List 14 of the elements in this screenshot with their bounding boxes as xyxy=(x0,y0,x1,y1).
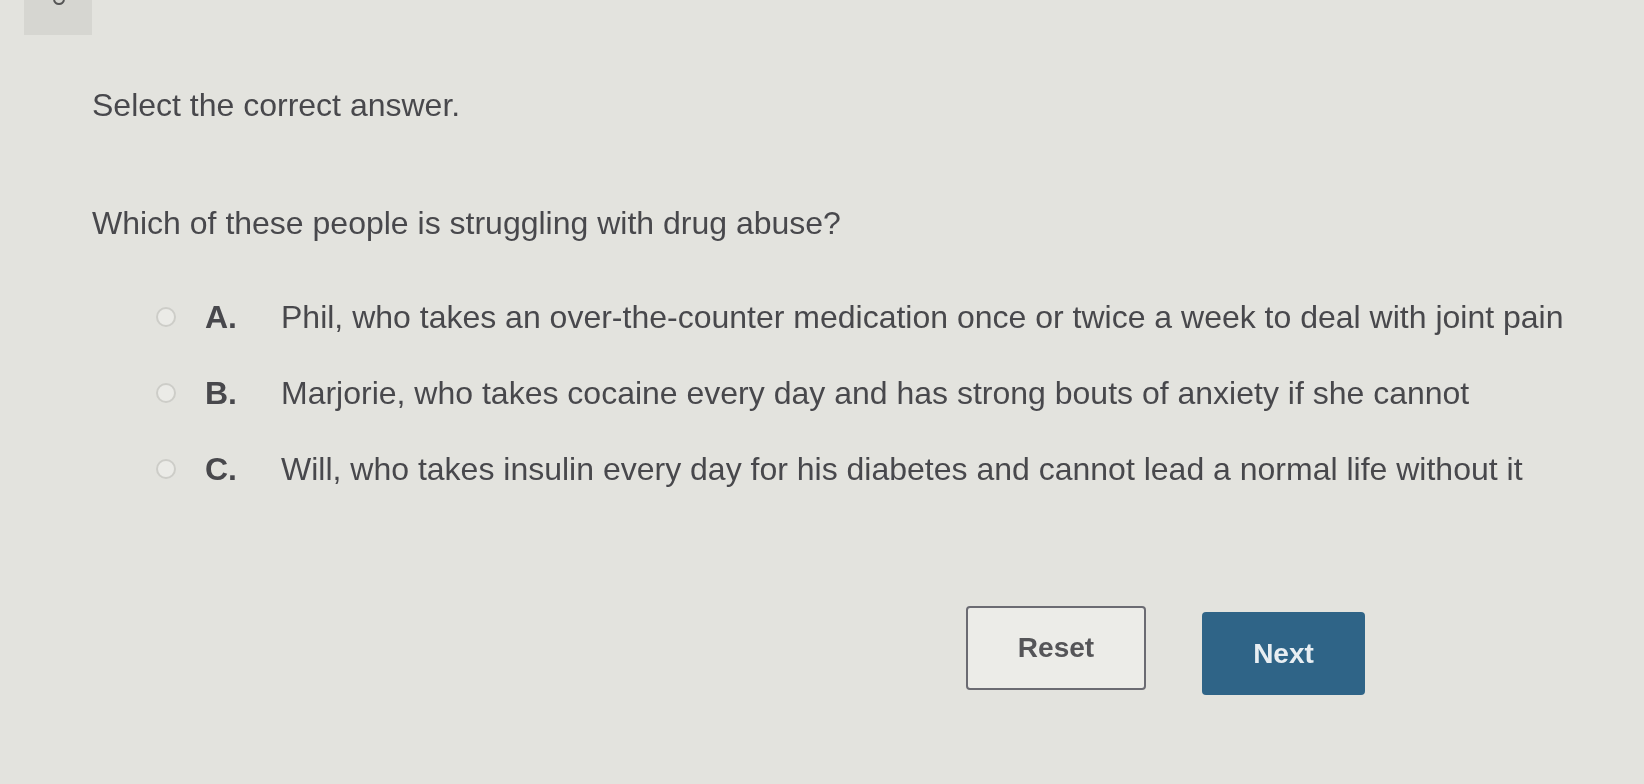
hook-icon xyxy=(24,0,92,35)
option-letter: C. xyxy=(205,450,238,489)
question-text: Which of these people is struggling with drug abuse? xyxy=(92,204,841,242)
option-text[interactable]: Marjorie, who takes cocaine every day and has strong bouts of anxiety if she cannot xyxy=(281,369,1470,417)
reset-button[interactable]: Reset xyxy=(966,606,1146,690)
radio-button[interactable] xyxy=(156,383,176,403)
instruction-text: Select the correct answer. xyxy=(92,86,461,124)
next-button[interactable]: Next xyxy=(1202,612,1365,695)
option-letter: B. xyxy=(205,374,238,413)
radio-button[interactable] xyxy=(156,459,176,479)
radio-button[interactable] xyxy=(156,307,176,327)
option-text[interactable]: Phil, who takes an over-the-counter medication once or twice a week to deal with joint pain xyxy=(281,293,1564,341)
option-letter: A. xyxy=(205,298,238,337)
option-text[interactable]: Will, who takes insulin every day for his diabetes and cannot lead a normal life without it xyxy=(281,445,1523,493)
